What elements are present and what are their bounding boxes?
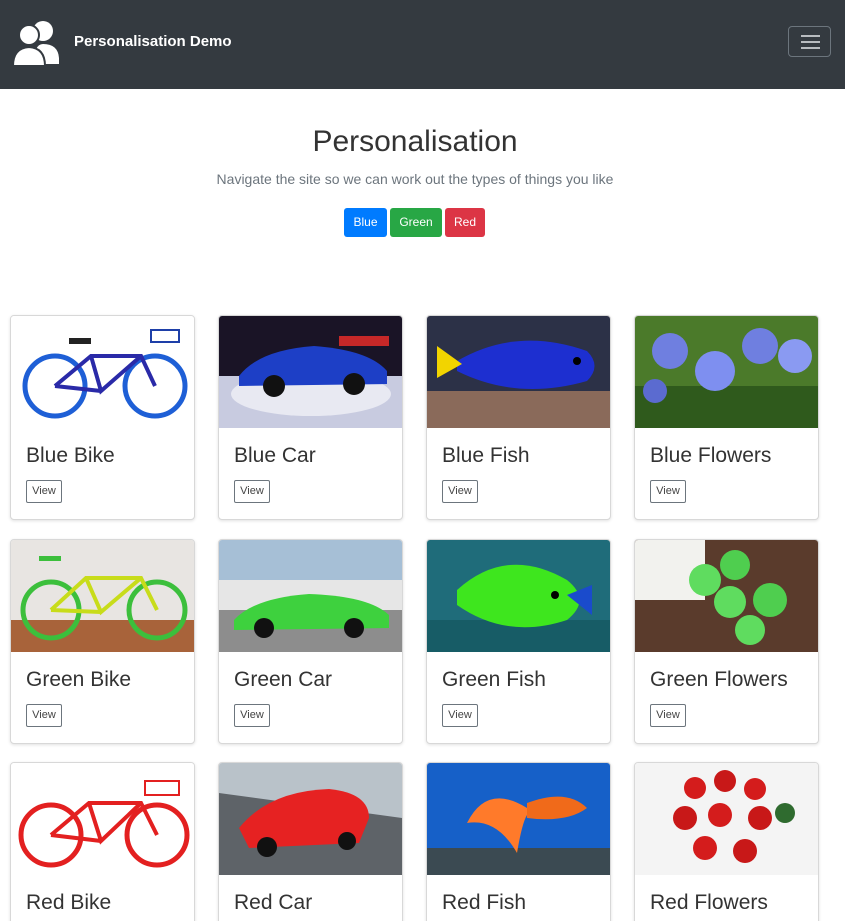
view-button[interactable]: View [442, 480, 478, 503]
green-bike-image [11, 540, 194, 652]
product-card: Red Bike [10, 762, 195, 921]
red-bike-image [11, 763, 194, 875]
page-title: Personalisation [312, 125, 518, 158]
card-title: Green Fish [442, 668, 546, 691]
product-card: Green Bike View [10, 539, 195, 744]
card-title: Red Flowers [650, 891, 768, 914]
view-button[interactable]: View [26, 480, 62, 503]
product-card: Red Fish [426, 762, 611, 921]
blue-flowers-image [635, 316, 818, 428]
product-card: Green Flowers View [634, 539, 819, 744]
product-card: Green Car View [218, 539, 403, 744]
view-button[interactable]: View [442, 704, 478, 727]
users-icon[interactable] [12, 18, 60, 66]
card-title: Green Bike [26, 668, 132, 691]
product-card: Blue Bike View [10, 315, 195, 520]
product-card: Blue Fish View [426, 315, 611, 520]
page-subtitle: Navigate the site so we can work out the… [216, 171, 614, 187]
card-title: Green Flowers [650, 668, 788, 691]
card-title: Green Car [234, 668, 333, 691]
green-fish-image [427, 540, 610, 652]
red-flowers-image [635, 763, 818, 875]
green-car-image [219, 540, 402, 652]
menu-toggle-button[interactable] [788, 26, 831, 57]
view-button[interactable]: View [650, 480, 686, 503]
card-title: Blue Bike [26, 444, 115, 467]
view-button[interactable]: View [234, 480, 270, 503]
hamburger-icon-line [801, 41, 820, 43]
navbar: Personalisation Demo [0, 0, 845, 89]
filter-green-button[interactable]: Green [390, 208, 442, 237]
product-card: Blue Flowers View [634, 315, 819, 520]
brand-title[interactable]: Personalisation Demo [74, 33, 232, 50]
view-button[interactable]: View [234, 704, 270, 727]
hamburger-icon-line [801, 47, 820, 49]
blue-bike-image [11, 316, 194, 428]
blue-fish-image [427, 316, 610, 428]
view-button[interactable]: View [26, 704, 62, 727]
card-title: Blue Flowers [650, 444, 772, 467]
card-title: Red Car [234, 891, 313, 914]
green-flowers-image [635, 540, 818, 652]
product-card: Green Fish View [426, 539, 611, 744]
red-car-image [219, 763, 402, 875]
filter-red-button[interactable]: Red [445, 208, 485, 237]
card-title: Blue Fish [442, 444, 530, 467]
filter-blue-button[interactable]: Blue [344, 208, 387, 237]
view-button[interactable]: View [650, 704, 686, 727]
product-card: Blue Car View [218, 315, 403, 520]
card-title: Red Bike [26, 891, 112, 914]
blue-car-image [219, 316, 402, 428]
product-card: Red Car [218, 762, 403, 921]
red-fish-image [427, 763, 610, 875]
card-title: Red Fish [442, 891, 527, 914]
product-card: Red Flowers [634, 762, 819, 921]
card-title: Blue Car [234, 444, 316, 467]
hamburger-icon [801, 35, 820, 37]
